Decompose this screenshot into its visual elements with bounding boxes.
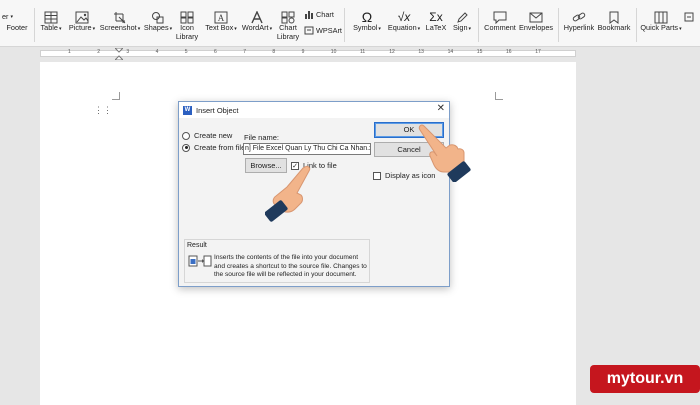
bookmark-label: Bookmark xyxy=(597,23,631,32)
latex-button[interactable]: Σx LaTeX xyxy=(424,0,448,46)
result-label: Result xyxy=(187,242,207,249)
table-button[interactable]: Table▾ xyxy=(38,0,64,46)
linked-object-icon xyxy=(188,255,212,267)
picture-label: Picture xyxy=(68,23,92,32)
ruler-tick-label: 8 xyxy=(272,49,276,55)
mytour-watermark: mytour.vn xyxy=(590,365,700,393)
wpsart-icon xyxy=(304,26,314,35)
chart-icon xyxy=(305,11,313,19)
icon-library-label-2: Library xyxy=(175,31,199,41)
ribbon-separator xyxy=(34,8,35,42)
chart-label: Chart xyxy=(316,10,334,19)
square-root-icon: √x xyxy=(397,10,411,24)
footer-label: Footer xyxy=(6,23,28,32)
chart-button[interactable]: Chart xyxy=(304,10,334,19)
ribbon-toolbar: er ▾ Footer Table▾ Picture▾ Screenshot▾ S… xyxy=(0,0,700,47)
sign-button[interactable]: Sign▾ xyxy=(450,0,474,46)
comment-button[interactable]: Comment xyxy=(483,0,517,46)
pointing-hand-icon xyxy=(418,124,471,182)
omega-icon: Ω xyxy=(361,9,373,25)
dialog-title: Insert Object xyxy=(196,105,239,115)
ribbon-separator xyxy=(478,8,479,42)
ruler-tick-label: 15 xyxy=(476,49,483,55)
dialog-title-bar[interactable]: W Insert Object ✕ xyxy=(179,102,449,118)
ruler-tick-label: 17 xyxy=(535,49,541,55)
ruler-tick-label: 10 xyxy=(330,49,337,55)
latex-label: LaTeX xyxy=(425,23,447,32)
wordart-button[interactable]: WordArt▾ xyxy=(240,0,274,46)
bookmark-button[interactable]: Bookmark xyxy=(597,0,631,46)
comment-label: Comment xyxy=(484,23,516,32)
ribbon-overflow-icon[interactable] xyxy=(684,12,694,22)
table-label: Table xyxy=(40,23,58,32)
envelopes-label: Envelopes xyxy=(518,23,554,32)
wps-writer-icon: W xyxy=(183,105,192,115)
result-group: Result Inserts the contents of the file … xyxy=(184,239,370,283)
svg-text:A: A xyxy=(218,13,225,23)
create-new-label: Create new xyxy=(194,131,233,140)
screenshot-button[interactable]: Screenshot▾ xyxy=(99,0,141,46)
horizontal-ruler: 1 2 3 4 5 6 7 8 9 10 11 12 13 14 15 16 17 xyxy=(0,47,700,60)
ruler-tick-label: 13 xyxy=(418,49,424,55)
ruler-tick-label: 9 xyxy=(301,49,305,55)
wpsart-label: WPSArt xyxy=(316,26,342,35)
ruler-tick-label: 3 xyxy=(126,49,130,55)
chart-library-button[interactable]: Chart Library xyxy=(275,0,301,46)
ribbon-separator xyxy=(558,8,559,42)
equation-button[interactable]: √x Equation▾ xyxy=(385,0,423,46)
ruler-tick-label: 7 xyxy=(243,49,246,55)
shapes-button[interactable]: Shapes▾ xyxy=(143,0,173,46)
icon-library-button[interactable]: Icon Library xyxy=(175,0,199,46)
ribbon-separator xyxy=(636,8,637,42)
picture-button[interactable]: Picture▾ xyxy=(67,0,97,46)
ruler-tick-label: 2 xyxy=(97,49,100,55)
equation-label: Equation xyxy=(387,23,417,32)
envelopes-button[interactable]: Envelopes xyxy=(518,0,554,46)
file-name-label: File name: xyxy=(244,133,280,142)
sigma-icon: Σx xyxy=(429,10,443,24)
ribbon-separator xyxy=(344,8,345,42)
wordart-label: WordArt xyxy=(241,23,269,32)
close-icon[interactable]: ✕ xyxy=(437,103,445,114)
chart-library-label-2: Library xyxy=(276,31,300,41)
ruler-tick-label: 6 xyxy=(214,49,217,55)
symbol-label: Symbol xyxy=(353,23,378,32)
screenshot-label: Screenshot xyxy=(99,23,137,32)
text-box-label: Text Box xyxy=(205,23,234,32)
ruler-tick-label: 12 xyxy=(389,49,395,55)
create-from-file-radio[interactable]: Create from file xyxy=(182,143,245,152)
result-description: Inserts the contents of the file into yo… xyxy=(214,254,367,279)
hyperlink-button[interactable]: Hyperlink xyxy=(562,0,596,46)
file-name-input[interactable]: n] File Excel Quan Ly Thu Chi Ca Nhan.xl… xyxy=(243,143,371,155)
wpsart-button[interactable]: WPSArt xyxy=(304,26,342,35)
ruler-tick-label: 4 xyxy=(155,49,159,55)
radio-selected-icon xyxy=(182,143,190,152)
ruler-tick-label: 11 xyxy=(360,49,366,55)
indent-marker-icon[interactable] xyxy=(115,48,123,60)
shapes-label: Shapes xyxy=(143,23,169,32)
quick-parts-button[interactable]: Quick Parts▾ xyxy=(640,0,682,46)
drag-handle-icon[interactable]: ⋮⋮ xyxy=(94,106,112,115)
pointing-hand-icon xyxy=(265,165,311,222)
footer-button[interactable]: Footer xyxy=(3,0,31,46)
hyperlink-label: Hyperlink xyxy=(563,23,595,32)
ruler-tick-label: 1 xyxy=(68,49,71,55)
create-from-file-label: Create from file xyxy=(194,143,246,152)
sign-label: Sign xyxy=(452,23,468,32)
text-box-button[interactable]: A Text Box▾ xyxy=(203,0,239,46)
margin-corner-top-left xyxy=(112,92,120,100)
quick-parts-label: Quick Parts xyxy=(640,23,679,32)
symbol-button[interactable]: Ω Symbol▾ xyxy=(350,0,384,46)
radio-icon xyxy=(182,131,190,140)
checkbox-empty-icon xyxy=(373,171,381,180)
ruler-tick-label: 5 xyxy=(184,49,188,55)
ruler-tick-label: 14 xyxy=(447,49,454,55)
ruler-tick-label: 16 xyxy=(506,49,512,55)
margin-corner-top-right xyxy=(495,92,503,100)
create-new-radio[interactable]: Create new xyxy=(182,131,232,140)
